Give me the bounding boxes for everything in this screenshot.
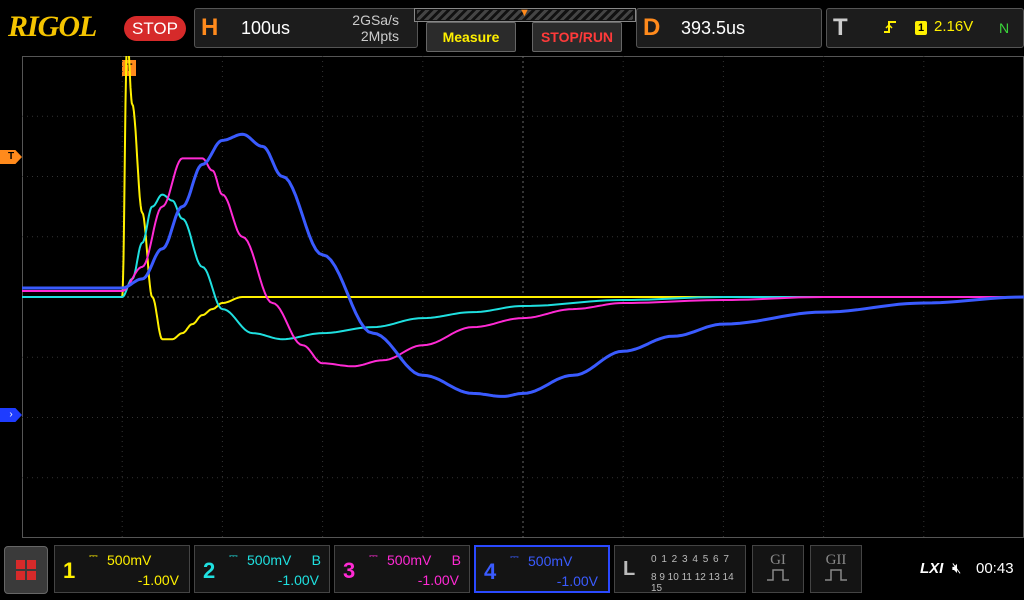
channel-scale: 500mV: [107, 552, 152, 568]
rigol-logo: RIGOL: [8, 10, 97, 43]
channel-number: 2: [203, 558, 216, 583]
bandwidth-limit: B: [311, 552, 321, 568]
channel-scale: 500mV: [528, 553, 573, 569]
channel-number: 1: [63, 558, 76, 583]
trigger-panel[interactable]: T 1 2.16V N: [826, 8, 1024, 48]
horizontal-letter: H: [201, 14, 219, 41]
channel-offset: -1.00V: [417, 572, 459, 588]
dc-coupling-icon: ⎓: [510, 551, 519, 563]
system-clock: 00:43: [976, 560, 1014, 577]
trigger-level-marker[interactable]: T: [0, 150, 22, 164]
delay-panel[interactable]: D 393.5us: [636, 8, 822, 48]
measure-button[interactable]: Measure: [426, 22, 516, 52]
generator-1-button[interactable]: GI: [752, 545, 804, 593]
run-state-badge[interactable]: STOP: [124, 16, 186, 41]
trigger-mode: N: [999, 20, 1010, 36]
lxi-logo: LXI: [920, 560, 944, 577]
horizontal-panel[interactable]: H 100us 2GSa/s 2Mpts: [194, 8, 418, 48]
channel-offset: -1.00V: [277, 572, 319, 588]
trigger-letter: T: [833, 14, 848, 41]
acquisition-info: 2GSa/s 2Mpts: [352, 12, 399, 44]
dc-coupling-icon: ⎓: [229, 550, 238, 562]
dc-coupling-icon: ⎓: [89, 550, 98, 562]
waveform-display[interactable]: [22, 56, 1024, 538]
channel-4-panel[interactable]: 4 ⎓ 500mV -1.00V: [474, 545, 610, 593]
memory-position-bar: ▼: [414, 7, 636, 22]
channel-number: 3: [343, 558, 356, 583]
memory-trigger-marker-icon: ▼: [519, 7, 530, 19]
logic-analyzer-panel[interactable]: L 0 1 2 3 4 5 6 7 8 9 10 11 12 13 14 15: [614, 545, 746, 594]
bottom-channel-bar: 1 ⎓ 500mV -1.00V 2 ⎓ 500mV B -1.00V 3 ⎓ …: [0, 540, 1024, 600]
channel-scale: 500mV: [387, 552, 432, 568]
bandwidth-limit: B: [451, 552, 461, 568]
channel-1-panel[interactable]: 1 ⎓ 500mV -1.00V: [54, 545, 190, 593]
delay-letter: D: [643, 14, 661, 41]
generator-2-button[interactable]: GII: [810, 545, 862, 593]
logic-letter: L: [623, 558, 636, 580]
top-status-bar: RIGOL STOP H 100us 2GSa/s 2Mpts ▼ Measur…: [0, 0, 1024, 54]
channel-number: 4: [484, 559, 497, 584]
logic-channels-low: 0 1 2 3 4 5 6 7: [651, 554, 730, 565]
square-wave-icon: [825, 569, 847, 581]
timebase-value: 100us: [241, 18, 291, 38]
main-menu-button[interactable]: [4, 546, 48, 594]
channel-offset-marker[interactable]: ›: [0, 408, 22, 422]
channel-offset: -1.00V: [556, 573, 598, 589]
menu-grid-icon: [16, 560, 36, 580]
sample-rate: 2GSa/s: [352, 12, 399, 28]
trigger-level: 2.16V: [934, 18, 974, 35]
channel-3-panel[interactable]: 3 ⎓ 500mV B -1.00V: [334, 545, 470, 593]
trigger-source: 1: [915, 21, 927, 35]
rising-edge-icon: [883, 19, 897, 38]
dc-coupling-icon: ⎓: [369, 550, 378, 562]
generator-1-label: GI: [770, 552, 786, 568]
generator-2-label: GII: [825, 552, 847, 568]
memory-depth: 2Mpts: [360, 28, 399, 44]
channel-offset: -1.00V: [137, 572, 179, 588]
channel-scale: 500mV: [247, 552, 292, 568]
logic-channels-high: 8 9 10 11 12 13 14 15: [651, 572, 734, 594]
square-wave-icon: [767, 569, 789, 581]
stop-run-button[interactable]: STOP/RUN: [532, 22, 622, 52]
delay-value: 393.5us: [681, 18, 746, 38]
speaker-muted-icon[interactable]: 🔇︎: [952, 560, 961, 577]
channel-2-panel[interactable]: 2 ⎓ 500mV B -1.00V: [194, 545, 330, 593]
